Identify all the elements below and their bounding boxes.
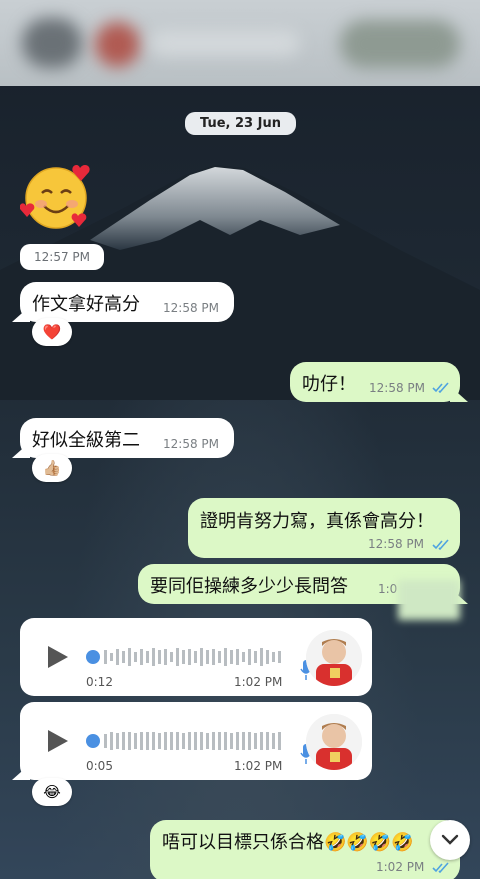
reaction-badge[interactable]: ❤️ (32, 318, 72, 346)
scroll-to-bottom-button[interactable] (430, 820, 470, 860)
contact-avatar[interactable] (95, 22, 140, 67)
emoji-message-time: 12:57 PM (20, 244, 104, 270)
message-time: 12:58 PM (163, 301, 219, 315)
reaction-badge[interactable]: 😂 (32, 778, 72, 806)
message-time: 1:0 (378, 582, 398, 596)
double-check-icon (432, 539, 449, 550)
voice-duration: 0:12 (86, 675, 113, 689)
chevron-down-icon (441, 834, 459, 845)
message-time: 12:58 PM (163, 437, 219, 451)
voice-message[interactable]: 0:12 1:02 PM (20, 618, 372, 696)
voice-waveform[interactable] (86, 728, 282, 754)
message-time: 1:02 PM (234, 759, 283, 773)
message-text: 好似全級第二 (32, 430, 140, 451)
message-bubble-outgoing[interactable]: 唔可以目標只係合格🤣🤣🤣🤣 1:02 PM (150, 820, 460, 879)
double-check-icon (432, 862, 449, 873)
play-icon[interactable] (48, 646, 68, 668)
reaction-badge[interactable]: 👍🏼 (32, 454, 72, 482)
message-text: 叻仔！ (302, 374, 356, 395)
sender-avatar[interactable] (306, 630, 362, 686)
message-bubble-outgoing[interactable]: 叻仔！ 12:58 PM (290, 362, 460, 402)
message-time: 1:02 PM (234, 675, 283, 689)
voice-duration: 0:05 (86, 759, 113, 773)
message-text: 證明肯努力寫，真係會高分！ (200, 511, 434, 532)
blurred-area (398, 580, 460, 620)
play-icon[interactable] (48, 730, 68, 752)
double-check-icon (432, 382, 449, 393)
message-bubble-incoming[interactable]: 作文拿好高分 12:58 PM (20, 282, 234, 322)
call-buttons[interactable] (340, 20, 460, 68)
message-text: 要同佢操練多少少長問答 (150, 576, 348, 597)
back-button[interactable] (22, 18, 82, 68)
message-time: 12:58 PM (368, 537, 424, 551)
message-time: 12:58 PM (369, 381, 425, 395)
voice-message[interactable]: 0:05 1:02 PM (20, 702, 372, 780)
message-time: 1:02 PM (376, 860, 425, 874)
date-separator: Tue, 23 Jun (185, 112, 296, 135)
voice-waveform[interactable] (86, 644, 282, 670)
chat-header[interactable] (0, 0, 480, 86)
message-bubble-incoming[interactable]: 好似全級第二 12:58 PM (20, 418, 234, 458)
message-bubble-outgoing[interactable]: 證明肯努力寫，真係會高分！ 12:58 PM (188, 498, 460, 558)
message-text: 作文拿好高分 (32, 294, 140, 315)
contact-name[interactable] (150, 30, 300, 56)
message-text: 唔可以目標只係合格🤣🤣🤣🤣 (162, 832, 414, 853)
smiling-face-with-hearts-icon[interactable] (20, 160, 96, 232)
sender-avatar[interactable] (306, 714, 362, 770)
